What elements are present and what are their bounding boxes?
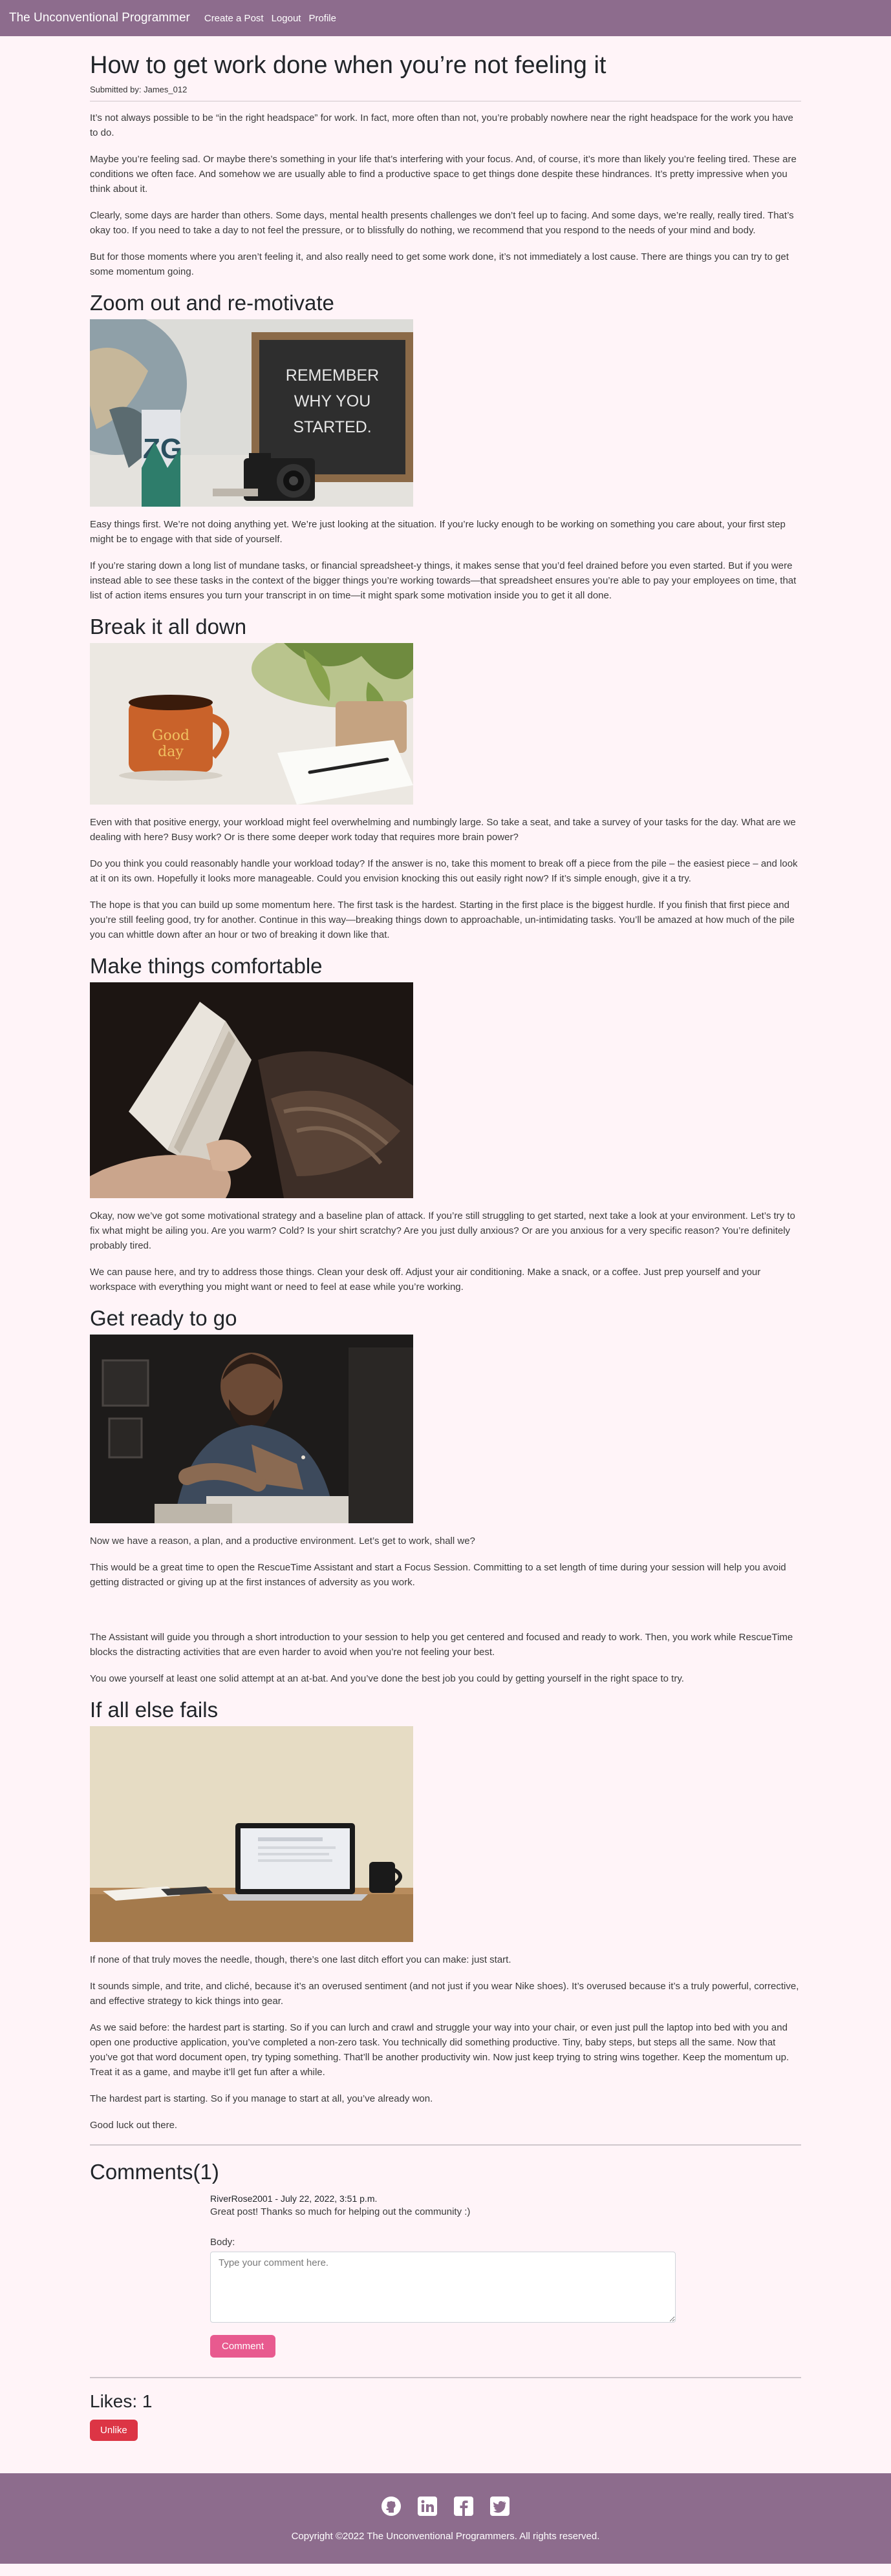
nav-logout[interactable]: Logout xyxy=(272,13,301,24)
comment-date: - July 22, 2022, 3:51 p.m. xyxy=(272,2193,378,2204)
likes-section: Likes: 1 Unlike xyxy=(90,2391,801,2441)
section-heading: Make things comfortable xyxy=(90,954,323,978)
page-title: How to get work done when you’re not fee… xyxy=(90,52,607,79)
linkedin-icon[interactable] xyxy=(417,2496,438,2517)
comment-body-input[interactable] xyxy=(210,2252,676,2323)
section-paragraph: If you’re staring down a long list of mu… xyxy=(90,560,797,601)
man-working-photo xyxy=(90,1335,413,1523)
comment-submit-button[interactable]: Comment xyxy=(210,2335,276,2358)
section-paragraph: You owe yourself at least one solid atte… xyxy=(90,1673,684,1684)
section-paragraph: The Assistant will guide you through a s… xyxy=(90,1632,793,1658)
section-paragraph: Now we have a reason, a plan, and a prod… xyxy=(90,1536,475,1547)
intro-paragraph: Clearly, some days are harder than other… xyxy=(90,210,794,236)
nav-create-post[interactable]: Create a Post xyxy=(204,13,264,24)
section-heading: Break it all down xyxy=(90,615,247,639)
svg-text:Good: Good xyxy=(152,728,189,744)
section-paragraph: It sounds simple, and trite, and cliché,… xyxy=(90,1981,799,2007)
social-icons xyxy=(381,2496,510,2517)
copyright-text: Copyright ©2022 The Unconventional Progr… xyxy=(291,2530,600,2542)
section-heading: If all else fails xyxy=(90,1698,219,1722)
body-label: Body: xyxy=(210,2237,235,2248)
section-paragraph: This would be a great time to open the R… xyxy=(90,1562,786,1588)
section-paragraph: If none of that truly moves the needle, … xyxy=(90,1954,511,1965)
intro-paragraph: Maybe you’re feeling sad. Or maybe there… xyxy=(90,154,797,195)
letterboard-text: WHY YOU xyxy=(294,392,371,410)
twitter-icon[interactable] xyxy=(489,2496,510,2517)
intro-paragraph: It’s not always possible to be “in the r… xyxy=(90,112,793,138)
coffee-mug-photo: Good day xyxy=(90,643,413,805)
likes-count: Likes: 1 xyxy=(90,2391,153,2411)
divider xyxy=(90,2144,801,2146)
divider xyxy=(90,2377,801,2378)
svg-text:day: day xyxy=(158,744,184,760)
section-heading: Get ready to go xyxy=(90,1306,237,1330)
section-paragraph: Okay, now we’ve got some motivational st… xyxy=(90,1210,795,1251)
footer: Copyright ©2022 The Unconventional Progr… xyxy=(0,2473,891,2564)
laptop-desk-photo xyxy=(90,1726,413,1942)
intro-paragraph: But for those moments where you aren’t f… xyxy=(90,251,789,277)
unlike-button[interactable]: Unlike xyxy=(90,2420,138,2441)
section-paragraph: Good luck out there. xyxy=(90,2120,178,2131)
letterboard-photo: ZG REMEMBER WHY YOU STARTED. xyxy=(90,319,413,507)
section-paragraph: The hardest part is starting. So if you … xyxy=(90,2093,433,2104)
section-paragraph: As we said before: the hardest part is s… xyxy=(90,2022,789,2078)
brand-link[interactable]: The Unconventional Programmer xyxy=(9,11,190,25)
letterboard-text: STARTED. xyxy=(293,418,371,436)
section-paragraph: Do you think you could reasonably handle… xyxy=(90,858,798,884)
empty-paragraph xyxy=(90,1601,801,1630)
post-container: How to get work done when you’re not fee… xyxy=(90,36,801,2133)
section-paragraph: Easy things first. We’re not doing anyth… xyxy=(90,519,786,545)
comment-text: Great post! Thanks so much for helping o… xyxy=(210,2206,471,2217)
section-paragraph: Even with that positive energy, your wor… xyxy=(90,817,796,843)
nav-profile[interactable]: Profile xyxy=(308,13,336,24)
reading-book-photo xyxy=(90,982,413,1198)
section-paragraph: The hope is that you can build up some m… xyxy=(90,900,795,940)
github-icon[interactable] xyxy=(381,2496,402,2517)
comments-section: Comments(1) RiverRose2001 - July 22, 202… xyxy=(90,2160,801,2358)
comment-item: RiverRose2001 - July 22, 2022, 3:51 p.m.… xyxy=(210,2193,676,2358)
comment-meta: RiverRose2001 - July 22, 2022, 3:51 p.m. xyxy=(210,2193,676,2204)
comment-author: RiverRose2001 xyxy=(210,2193,273,2204)
comments-title: Comments(1) xyxy=(90,2160,219,2184)
letterboard-text: REMEMBER xyxy=(286,366,379,385)
navbar: The Unconventional Programmer Create a P… xyxy=(0,0,891,36)
section-paragraph: We can pause here, and try to address th… xyxy=(90,1267,761,1293)
section-heading: Zoom out and re-motivate xyxy=(90,291,334,315)
post-byline: Submitted by: James_012 xyxy=(90,85,188,94)
facebook-icon[interactable] xyxy=(453,2496,474,2517)
